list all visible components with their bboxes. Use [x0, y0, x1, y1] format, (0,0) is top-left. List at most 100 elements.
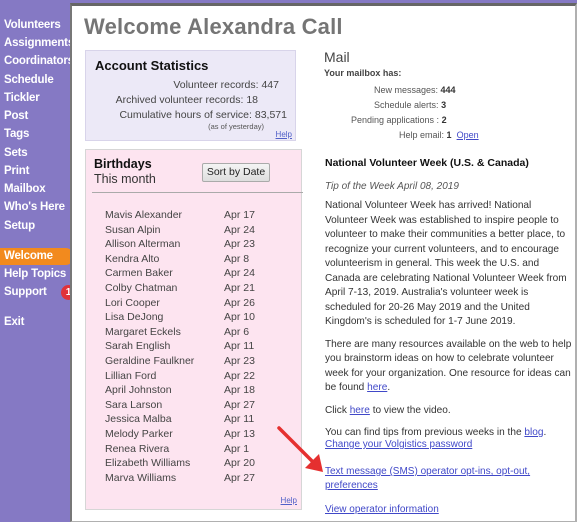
birthday-name: Elizabeth Williams	[105, 457, 191, 470]
birthday-name: Sarah English	[105, 340, 171, 353]
open-help-email-link[interactable]: Open	[457, 130, 479, 140]
tip-date: Tip of the Week April 08, 2019	[325, 181, 459, 192]
birthday-row: Carmen Baker Apr 24	[105, 267, 285, 282]
birthday-date: Apr 23	[224, 354, 255, 367]
stat-cumulative-hours: Cumulative hours of service: 83,571	[119, 109, 287, 121]
birthday-date: Apr 24	[224, 267, 255, 280]
birthday-row: Sarah English Apr 11	[105, 340, 285, 355]
birthday-row: April Johnston Apr 18	[105, 384, 285, 399]
mail-label: New messages:	[374, 85, 439, 95]
stat-value: 83,571	[254, 109, 287, 121]
birthday-name: Kendra Alto	[105, 252, 160, 265]
birthday-name: Susan Alpin	[105, 223, 161, 236]
birthday-row: Sara Larson Apr 27	[105, 399, 285, 414]
video-here-link[interactable]: here	[350, 405, 370, 416]
birthdays-help-link[interactable]: Help	[281, 496, 297, 505]
birthday-name: Allison Alterman	[105, 238, 181, 251]
tip-body: National Volunteer Week has arrived! Nat…	[325, 199, 573, 449]
birthday-name: Sara Larson	[105, 398, 163, 411]
mail-subtitle: Your mailbox has:	[324, 68, 402, 78]
birthday-date: Apr 17	[224, 209, 255, 221]
birthday-date: Apr 13	[224, 427, 255, 440]
annotation-arrow-icon	[277, 426, 323, 472]
birthday-row: Marva Williams Apr 27	[105, 472, 285, 487]
mail-title: Mail	[324, 49, 350, 65]
birthday-date: Apr 27	[224, 398, 255, 411]
divider	[92, 192, 303, 193]
page-title: Welcome Alexandra Call	[84, 14, 343, 39]
tip-text: .	[543, 427, 547, 438]
tip-text: Click	[325, 404, 350, 416]
sidebar-item-setup[interactable]: Setup	[0, 217, 35, 235]
tip-text: to view the video.	[369, 404, 451, 416]
birthday-date: Apr 11	[224, 413, 255, 426]
sidebar-item-welcome[interactable]: Welcome	[0, 248, 74, 265]
sidebar-item-tags[interactable]: Tags	[0, 125, 29, 143]
birthday-date: Apr 20	[224, 457, 255, 470]
birthday-row: Jessica Malba Apr 11	[105, 413, 285, 428]
sidebar-item-coordinators[interactable]: Coordinators	[0, 52, 74, 70]
sidebar-item-exit[interactable]: Exit	[0, 313, 24, 331]
sort-by-date-button[interactable]: Sort by Date	[202, 163, 270, 182]
birthday-row: Susan Alpin Apr 24	[105, 224, 285, 239]
birthday-row: Renea Rivera Apr 1	[105, 443, 285, 458]
birthday-date: Apr 11	[224, 340, 255, 353]
account-statistics-title: Account Statistics	[95, 58, 209, 73]
birthday-row: Lillian Ford Apr 22	[105, 370, 285, 385]
birthday-row: Melody Parker Apr 13	[105, 428, 285, 443]
stat-volunteer-records: Volunteer records: 447	[173, 79, 279, 91]
birthday-name: Geraldine Faulkner	[105, 354, 195, 367]
sidebar-nav: Volunteers Assignments Coordinators Sche…	[0, 0, 76, 521]
sidebar-item-whos-here[interactable]: Who's Here	[0, 198, 65, 216]
birthdays-subtitle: This month	[94, 172, 156, 186]
sidebar-item-sets[interactable]: Sets	[0, 144, 28, 162]
birthday-row: Colby Chatman Apr 21	[105, 282, 285, 297]
birthday-row: Kendra Alto Apr 8	[105, 253, 285, 268]
birthday-name: Colby Chatman	[105, 281, 178, 294]
birthday-list: Mavis Alexander Apr 17 Susan Alpin Apr 24 Al…	[105, 209, 285, 486]
stats-help-link[interactable]: Help	[276, 130, 292, 139]
sidebar-item-help-topics[interactable]: Help Topics	[0, 265, 66, 283]
stat-label: Cumulative hours of service:	[119, 109, 252, 121]
sidebar-item-assignments[interactable]: Assignments	[0, 34, 74, 52]
tip-title: National Volunteer Week (U.S. & Canada)	[325, 157, 529, 169]
blog-link[interactable]: blog	[524, 427, 543, 438]
mail-label: Help email:	[399, 130, 445, 140]
tip-text: There are many resources available on th…	[325, 338, 572, 394]
sidebar-item-volunteers[interactable]: Volunteers	[0, 16, 61, 34]
birthday-row: Elizabeth Williams Apr 20	[105, 457, 285, 472]
view-operator-info-link[interactable]: View operator information	[325, 503, 555, 517]
tip-paragraph: There are many resources available on th…	[325, 338, 573, 396]
birthday-name: April Johnston	[105, 384, 172, 397]
birthday-name: Lisa DeJong	[105, 311, 164, 324]
sidebar-item-mailbox[interactable]: Mailbox	[0, 180, 46, 198]
mail-value: 2	[441, 115, 447, 125]
mail-schedule-alerts: Schedule alerts: 3	[374, 100, 446, 110]
tip-text: .	[387, 382, 391, 393]
resource-here-link[interactable]: here	[367, 382, 387, 393]
sidebar-item-print[interactable]: Print	[0, 162, 29, 180]
mail-value: 444	[440, 85, 456, 95]
birthday-date: Apr 1	[224, 442, 250, 455]
birthday-row: Mavis Alexander Apr 17	[105, 209, 285, 224]
sms-preferences-link[interactable]: Text message (SMS) operator opt-ins, opt…	[325, 465, 555, 493]
birthday-row: Lori Cooper Apr 26	[105, 297, 285, 312]
stat-note: (as of yesterday)	[208, 122, 264, 131]
birthday-date: Apr 8	[224, 252, 250, 265]
mail-pending-applications: Pending applications : 2	[351, 115, 447, 125]
change-password-link[interactable]: Change your Volgistics password	[325, 438, 555, 452]
birthday-name: Marva Williams	[105, 471, 177, 484]
birthday-date: Apr 18	[224, 384, 255, 397]
birthday-date: Apr 23	[224, 238, 255, 251]
mail-help-email: Help email: 1 Open	[399, 130, 479, 140]
mail-label: Schedule alerts:	[374, 100, 439, 110]
birthdays-panel: Birthdays This month Sort by Date Mavis …	[85, 149, 303, 510]
sidebar-item-tickler[interactable]: Tickler	[0, 89, 40, 107]
birthday-row: Margaret Eckels Apr 6	[105, 326, 285, 341]
sidebar-item-schedule[interactable]: Schedule	[0, 71, 54, 89]
birthday-date: Apr 26	[224, 296, 255, 309]
stat-label: Archived volunteer records:	[115, 94, 244, 106]
sidebar-item-post[interactable]: Post	[0, 107, 28, 125]
birthday-name: Melody Parker	[105, 427, 173, 440]
sidebar-item-support[interactable]: Support	[0, 283, 47, 301]
